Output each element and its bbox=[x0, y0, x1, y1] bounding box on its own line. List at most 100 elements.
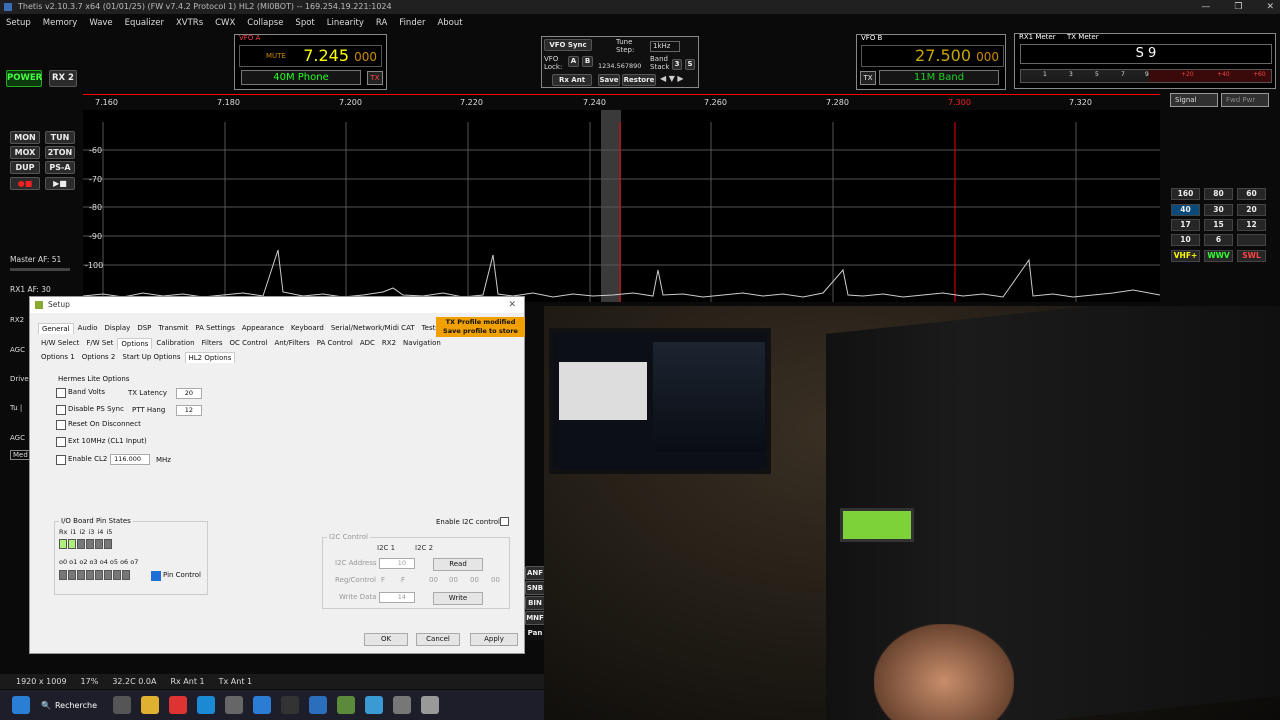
reg-val[interactable]: 00 bbox=[470, 576, 479, 584]
menu-wave[interactable]: Wave bbox=[83, 15, 118, 31]
menu-spot[interactable]: Spot bbox=[289, 15, 320, 31]
settings-icon[interactable] bbox=[392, 696, 411, 714]
i2c2-radio[interactable]: I2C 2 bbox=[415, 544, 433, 552]
task-view-icon[interactable] bbox=[112, 696, 131, 714]
vfo-a-frequency[interactable]: MUTE 7.245 000 bbox=[239, 45, 382, 67]
reg-val[interactable]: 00 bbox=[429, 576, 438, 584]
band-wwv[interactable]: WWV bbox=[1204, 250, 1233, 262]
band-60[interactable]: 60 bbox=[1237, 188, 1266, 200]
disable-ps-sync-checkbox[interactable]: Disable PS Sync bbox=[56, 405, 124, 415]
band-80[interactable]: 80 bbox=[1204, 188, 1233, 200]
pin-o1[interactable] bbox=[68, 570, 76, 580]
write-data-stepper[interactable]: 14 bbox=[379, 592, 415, 603]
menu-setup[interactable]: Setup bbox=[0, 15, 37, 31]
enable-cl2-checkbox[interactable]: Enable CL2 bbox=[56, 455, 107, 465]
band-15[interactable]: 15 bbox=[1204, 219, 1233, 231]
menu-xvtrs[interactable]: XVTRs bbox=[170, 15, 209, 31]
band-vhf[interactable]: VHF+ bbox=[1171, 250, 1200, 262]
tab-filters[interactable]: Filters bbox=[199, 338, 226, 349]
cancel-button[interactable]: Cancel bbox=[416, 633, 460, 646]
tab-general[interactable]: General bbox=[38, 323, 74, 334]
tab-keyboard[interactable]: Keyboard bbox=[288, 323, 327, 334]
tab-dsp[interactable]: DSP bbox=[134, 323, 154, 334]
pin-o6[interactable] bbox=[113, 570, 121, 580]
ok-button[interactable]: OK bbox=[364, 633, 408, 646]
setup-close-icon[interactable]: ✕ bbox=[508, 297, 516, 313]
tab-display[interactable]: Display bbox=[102, 323, 134, 334]
pin-o4[interactable] bbox=[95, 570, 103, 580]
rx2-button[interactable]: RX 2 bbox=[49, 70, 77, 87]
panadapter-display[interactable]: -60 -70 -80 -90 -100 bbox=[83, 110, 1160, 302]
pin-o3[interactable] bbox=[86, 570, 94, 580]
pin-control-checkbox[interactable]: Pin Control bbox=[151, 571, 201, 581]
mute-label[interactable]: MUTE bbox=[266, 46, 286, 66]
band-12[interactable]: 12 bbox=[1237, 219, 1266, 231]
vfo-b-frequency[interactable]: 27.500 000 bbox=[861, 45, 1004, 67]
dup-button[interactable]: DUP bbox=[10, 161, 40, 174]
store-icon[interactable] bbox=[224, 696, 243, 714]
agc-mode-select[interactable]: Med bbox=[10, 450, 31, 460]
pin-o5[interactable] bbox=[104, 570, 112, 580]
tab-transmit[interactable]: Transmit bbox=[155, 323, 191, 334]
menu-finder[interactable]: Finder bbox=[393, 15, 431, 31]
windows-start-icon[interactable] bbox=[12, 696, 30, 714]
tab-adc[interactable]: ADC bbox=[357, 338, 378, 349]
file-explorer-icon[interactable] bbox=[140, 696, 159, 714]
tab-appearance[interactable]: Appearance bbox=[239, 323, 287, 334]
vscode-icon[interactable] bbox=[308, 696, 327, 714]
tx-latency-stepper[interactable]: 20 bbox=[176, 388, 202, 399]
band-volts-checkbox[interactable]: Band Volts bbox=[56, 388, 105, 398]
bin-button[interactable]: BIN bbox=[525, 596, 545, 610]
taskbar-search[interactable]: 🔍 Recherche bbox=[41, 701, 97, 710]
band-6[interactable]: 6 bbox=[1204, 234, 1233, 246]
tab-navigation[interactable]: Navigation bbox=[400, 338, 444, 349]
band-swl[interactable]: SWL bbox=[1237, 250, 1266, 262]
pin-o0[interactable] bbox=[59, 570, 67, 580]
menu-cwx[interactable]: CWX bbox=[209, 15, 241, 31]
ext-10mhz-checkbox[interactable]: Ext 10MHz (CL1 Input) bbox=[56, 437, 147, 447]
tab-fw-set[interactable]: F/W Set bbox=[83, 338, 116, 349]
notepad-icon[interactable] bbox=[364, 696, 383, 714]
rx-ant-button[interactable]: Rx Ant bbox=[552, 74, 592, 86]
ps-a-button[interactable]: PS-A bbox=[45, 161, 75, 174]
two-tone-button[interactable]: 2TON bbox=[45, 146, 75, 159]
chrome-icon[interactable] bbox=[168, 696, 187, 714]
write-button[interactable]: Write bbox=[433, 592, 483, 605]
tun-button[interactable]: TUN bbox=[45, 131, 75, 144]
tab-hl2-options[interactable]: HL2 Options bbox=[184, 352, 236, 363]
tab-ant-filters[interactable]: Ant/Filters bbox=[271, 338, 312, 349]
mon-button[interactable]: MON bbox=[10, 131, 40, 144]
snb-button[interactable]: SNB bbox=[525, 581, 545, 595]
reg-val[interactable]: F bbox=[381, 576, 385, 584]
menu-ra[interactable]: RA bbox=[370, 15, 393, 31]
band-17[interactable]: 17 bbox=[1171, 219, 1200, 231]
tab-startup-options[interactable]: Start Up Options bbox=[119, 352, 183, 363]
terminal-icon[interactable] bbox=[280, 696, 299, 714]
power-button[interactable]: POWER bbox=[6, 70, 42, 87]
band-stack-number[interactable]: 3 bbox=[672, 59, 682, 70]
tune-step-select[interactable]: 1kHz bbox=[650, 41, 680, 52]
tab-options-1[interactable]: Options 1 bbox=[38, 352, 78, 363]
reg-val[interactable]: F bbox=[401, 576, 405, 584]
tab-rx2[interactable]: RX2 bbox=[379, 338, 399, 349]
mnf-button[interactable]: MNF bbox=[525, 611, 545, 625]
minimize-button[interactable]: — bbox=[1201, 0, 1210, 14]
fwd-power-select[interactable]: Fwd Pwr bbox=[1221, 93, 1269, 107]
i2c-address-stepper[interactable]: 10 bbox=[379, 558, 415, 569]
enable-i2c-checkbox[interactable] bbox=[500, 517, 509, 526]
tab-serial-cat[interactable]: Serial/Network/Midi CAT bbox=[328, 323, 418, 334]
cl2-frequency-stepper[interactable]: 116.000 bbox=[110, 454, 150, 465]
band-20[interactable]: 20 bbox=[1237, 204, 1266, 216]
reg-val[interactable]: 00 bbox=[491, 576, 500, 584]
save-button[interactable]: Save bbox=[598, 74, 620, 86]
tab-hw-select[interactable]: H/W Select bbox=[38, 338, 82, 349]
menu-collapse[interactable]: Collapse bbox=[241, 15, 289, 31]
vfo-a-tx-button[interactable]: TX bbox=[367, 71, 383, 85]
tab-options[interactable]: Options bbox=[117, 338, 153, 349]
band-blank[interactable] bbox=[1237, 234, 1266, 246]
band-40[interactable]: 40 bbox=[1171, 204, 1200, 216]
band-160[interactable]: 160 bbox=[1171, 188, 1200, 200]
tab-oc-control[interactable]: OC Control bbox=[227, 338, 271, 349]
close-button[interactable]: ✕ bbox=[1266, 0, 1274, 14]
read-button[interactable]: Read bbox=[433, 558, 483, 571]
